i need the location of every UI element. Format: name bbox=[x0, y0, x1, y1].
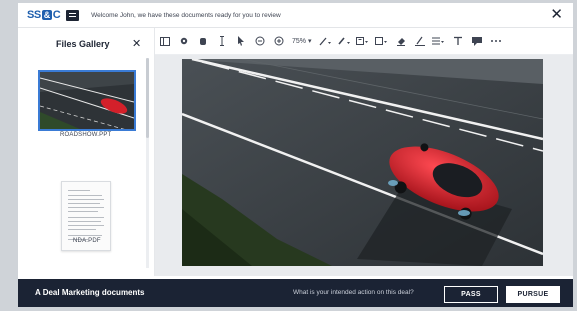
doc-line bbox=[68, 225, 104, 226]
close-window-button[interactable]: ✕ bbox=[550, 6, 563, 24]
files-gallery-sidebar: Files Gallery ✕ ROADSHOW.PPT NDA.PDF bbox=[18, 28, 155, 305]
zoom-level-select[interactable]: 75% ▾ bbox=[288, 37, 315, 45]
logo-text: SS bbox=[27, 9, 41, 21]
welcome-message: Welcome John, we have these documents re… bbox=[91, 11, 281, 19]
file-thumbnail-roadshow[interactable] bbox=[38, 70, 136, 131]
pen-icon[interactable] bbox=[315, 32, 334, 50]
hand-pan-icon[interactable] bbox=[193, 32, 212, 50]
list-icon[interactable] bbox=[429, 32, 448, 50]
doc-line bbox=[68, 203, 100, 204]
deal-title: A Deal Marketing documents bbox=[35, 288, 145, 297]
zoom-in-icon[interactable] bbox=[269, 32, 288, 50]
signature-icon[interactable] bbox=[410, 32, 429, 50]
road-car-image bbox=[182, 59, 543, 266]
doc-line bbox=[68, 195, 102, 196]
eraser-icon[interactable] bbox=[391, 32, 410, 50]
files-gallery-title: Files Gallery bbox=[56, 39, 110, 49]
scrollbar-thumb[interactable] bbox=[146, 58, 149, 138]
text-box-icon[interactable] bbox=[353, 32, 372, 50]
text-cursor-icon[interactable] bbox=[212, 32, 231, 50]
doc-line bbox=[68, 190, 90, 191]
doc-line bbox=[68, 221, 101, 222]
pointer-icon[interactable] bbox=[231, 32, 250, 50]
doc-line bbox=[68, 229, 96, 230]
chat-icon[interactable] bbox=[66, 9, 80, 21]
deal-action-bar: A Deal Marketing documents What is your … bbox=[18, 279, 573, 307]
doc-line bbox=[68, 207, 104, 208]
road-car-thumbnail-image bbox=[40, 72, 134, 129]
highlight-icon[interactable] bbox=[334, 32, 353, 50]
file-caption: NDA.PDF bbox=[73, 238, 101, 244]
zoom-value: 75% bbox=[292, 38, 307, 45]
sidebar-toggle-icon[interactable] bbox=[155, 32, 174, 50]
close-sidebar-button[interactable]: ✕ bbox=[132, 37, 141, 50]
document-canvas[interactable] bbox=[155, 55, 573, 276]
file-caption: ROADSHOW.PPT bbox=[60, 132, 112, 138]
comment-icon[interactable] bbox=[467, 32, 486, 50]
doc-line bbox=[68, 211, 98, 212]
logo-ampersand: & bbox=[41, 10, 52, 20]
shape-icon[interactable] bbox=[372, 32, 391, 50]
pursue-button[interactable]: PURSUE bbox=[506, 286, 560, 303]
ssc-logo: SS & C bbox=[27, 8, 61, 22]
sidebar-scrollbar[interactable] bbox=[146, 58, 149, 268]
top-bar: SS & C Welcome John, we have these documen… bbox=[18, 3, 573, 28]
intended-action-question: What is your intended action on this dea… bbox=[293, 289, 414, 296]
text-icon[interactable] bbox=[448, 32, 467, 50]
doc-line bbox=[68, 199, 104, 200]
logo-text-c: C bbox=[52, 9, 61, 21]
doc-line bbox=[68, 217, 104, 218]
slide-image-red-car-on-road bbox=[182, 59, 543, 266]
more-icon[interactable] bbox=[486, 32, 505, 50]
pass-button[interactable]: PASS bbox=[444, 286, 498, 303]
doc-line bbox=[68, 235, 102, 236]
annotation-toolbar: 75% ▾ bbox=[155, 28, 573, 55]
settings-icon[interactable] bbox=[174, 32, 193, 50]
zoom-out-icon[interactable] bbox=[250, 32, 269, 50]
document-viewer-window: SS & C Welcome John, we have these documen… bbox=[18, 3, 573, 307]
